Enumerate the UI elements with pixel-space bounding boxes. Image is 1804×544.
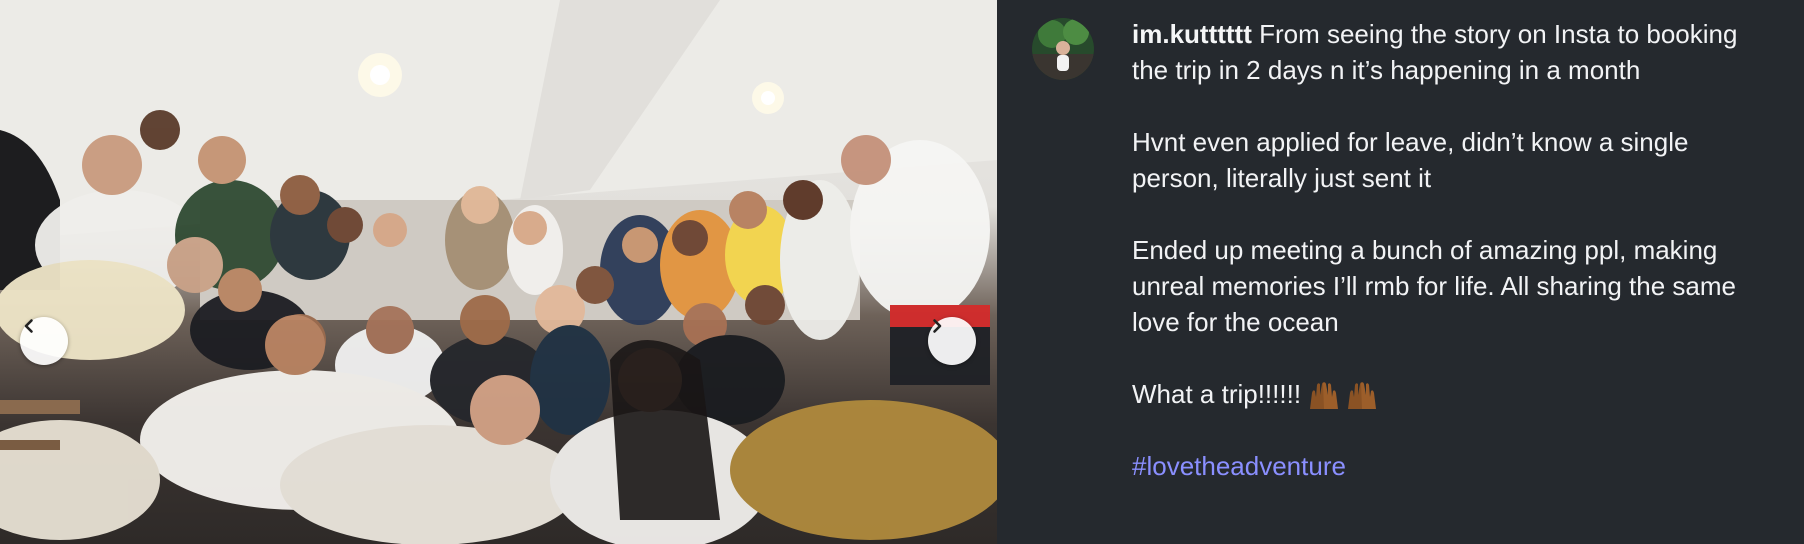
caption-panel: im.kutttttt From seeing the story on Ins… bbox=[997, 0, 1804, 544]
caption-paragraph: im.kutttttt From seeing the story on Ins… bbox=[1132, 16, 1772, 88]
carousel-next-button[interactable] bbox=[928, 317, 976, 365]
post-caption: im.kutttttt From seeing the story on Ins… bbox=[1132, 16, 1772, 520]
user-avatar[interactable] bbox=[1032, 18, 1094, 80]
caption-paragraph: What a trip!!!!!! bbox=[1132, 376, 1772, 412]
chevron-right-icon bbox=[933, 319, 942, 333]
username-link[interactable]: im.kutttttt bbox=[1132, 19, 1252, 49]
post-viewer: im.kutttttt From seeing the story on Ins… bbox=[0, 0, 1804, 544]
raising-hands-icon bbox=[1310, 382, 1339, 410]
caption-paragraph: #lovetheadventure bbox=[1132, 448, 1772, 484]
raising-hands-emoji-group bbox=[1307, 381, 1379, 411]
carousel-prev-button[interactable] bbox=[20, 317, 68, 365]
avatar-image bbox=[1032, 18, 1094, 80]
group-photo-illustration bbox=[0, 0, 997, 544]
hashtag-link[interactable]: #lovetheadventure bbox=[1132, 451, 1346, 481]
raising-hands-icon bbox=[1348, 382, 1377, 410]
chevron-left-icon bbox=[24, 319, 33, 333]
closing-text: What a trip!!!!!! bbox=[1132, 379, 1302, 409]
post-photo bbox=[0, 0, 997, 544]
caption-paragraph: Hvnt even applied for leave, didn’t know… bbox=[1132, 127, 1689, 193]
caption-paragraph: Ended up meeting a bunch of amazing ppl,… bbox=[1132, 235, 1737, 337]
